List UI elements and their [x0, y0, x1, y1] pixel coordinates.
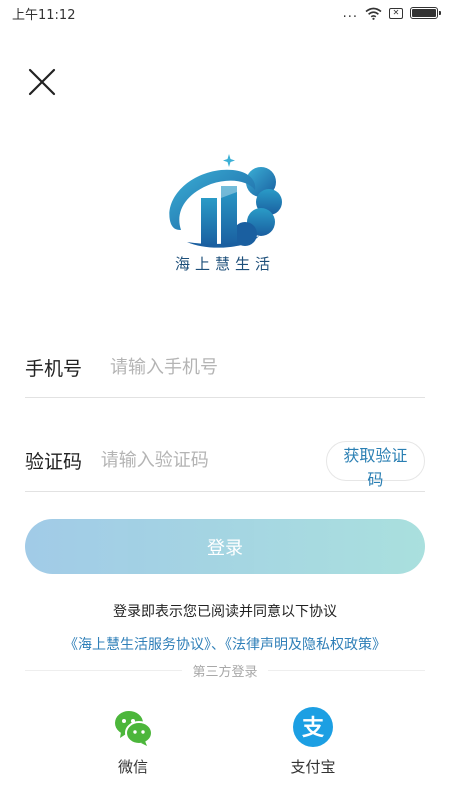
get-code-button[interactable]: 获取验证码: [325, 440, 425, 489]
status-bar: 上午11:12 ... ✕: [0, 0, 450, 26]
alipay-login-button[interactable]: 支 支付宝: [268, 706, 358, 777]
alipay-label: 支付宝: [290, 758, 336, 776]
battery-icon: [410, 7, 441, 19]
third-party-title: 第三方登录: [182, 660, 268, 680]
agreement-separator: 、: [211, 637, 225, 653]
signal-dots-icon: ...: [342, 5, 358, 21]
svg-text:支: 支: [302, 716, 325, 741]
haishang-logo-icon: [169, 154, 282, 248]
login-button[interactable]: 登录: [25, 519, 425, 574]
phone-label: 手机号: [25, 358, 83, 380]
phone-row: 手机号: [25, 338, 425, 398]
wechat-label: 微信: [117, 758, 148, 776]
agreement-links: 《海上慧生活服务协议》、《法律声明及隐私权政策》: [0, 634, 450, 654]
wifi-icon: [365, 7, 382, 20]
close-icon: [28, 68, 56, 96]
status-time: 上午11:12: [12, 7, 76, 23]
service-agreement-link[interactable]: 《海上慧生活服务协议》: [64, 637, 211, 653]
brand-name: 海上慧生活: [174, 255, 275, 273]
sim-x-icon: ✕: [389, 7, 403, 19]
wechat-login-button[interactable]: 微信: [88, 706, 178, 777]
privacy-policy-link[interactable]: 《法律声明及隐私权政策》: [225, 637, 386, 653]
close-button[interactable]: [22, 62, 62, 102]
code-input[interactable]: [100, 450, 326, 471]
wechat-icon: [115, 711, 153, 746]
alipay-icon: 支: [293, 707, 333, 747]
phone-input[interactable]: [110, 357, 425, 378]
code-label: 验证码: [25, 451, 83, 473]
third-party-divider: 第三方登录: [25, 660, 425, 680]
status-icons: ... ✕: [342, 5, 441, 21]
agreement-text: 登录即表示您已阅读并同意以下协议: [113, 604, 337, 620]
code-row: 验证码 获取验证码: [25, 430, 425, 492]
